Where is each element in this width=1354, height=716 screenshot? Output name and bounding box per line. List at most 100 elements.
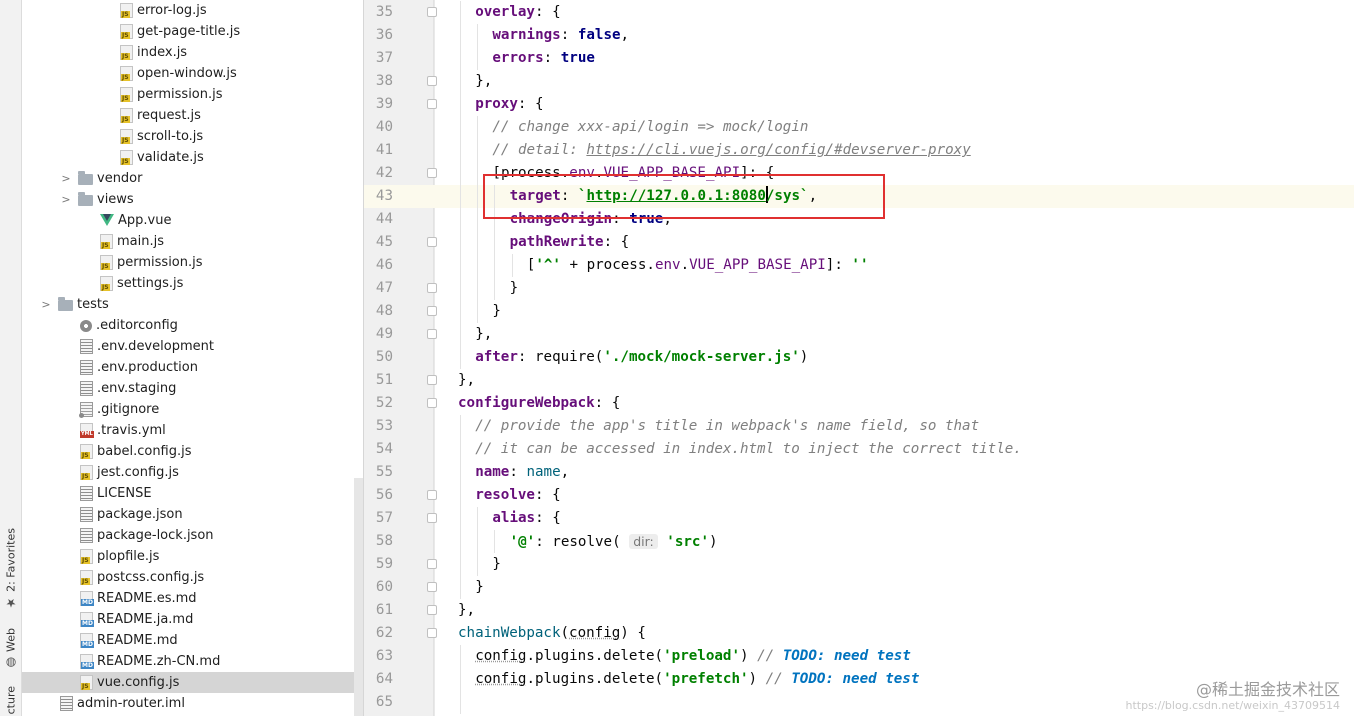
code-editor[interactable]: 35 overlay: {36 warnings: false, 37 errors: … — [364, 0, 1354, 716]
tree-scrollbar[interactable] — [354, 478, 363, 716]
fold-marker-icon[interactable] — [427, 7, 437, 17]
code-line[interactable]: 36 warnings: false, — [364, 24, 1354, 47]
tree-item[interactable]: README.zh-CN.md — [22, 651, 355, 672]
fold-marker-icon[interactable] — [427, 628, 437, 638]
web-tab[interactable]: ◍ Web — [2, 628, 20, 670]
tree-item-label: main.js — [117, 234, 164, 249]
structure-tab[interactable]: cture — [2, 686, 20, 716]
fold-marker-icon[interactable] — [427, 490, 437, 500]
tree-item[interactable]: validate.js — [22, 147, 355, 168]
line-number: 48 — [375, 303, 393, 319]
tree-item[interactable]: package-lock.json — [22, 525, 355, 546]
tree-item[interactable]: .env.staging — [22, 378, 355, 399]
fold-marker-icon[interactable] — [427, 76, 437, 86]
tree-item[interactable]: LICENSE — [22, 483, 355, 504]
fold-marker-icon[interactable] — [427, 329, 437, 339]
tree-item[interactable]: App.vue — [22, 210, 355, 231]
code-line[interactable]: 56 resolve: { — [364, 484, 1354, 507]
markdown-file-icon — [80, 612, 94, 627]
tree-item[interactable]: package.json — [22, 504, 355, 525]
tree-item[interactable]: .gitignore — [22, 399, 355, 420]
code-line[interactable]: 48} — [364, 300, 1354, 323]
tree-item[interactable]: .env.development — [22, 336, 355, 357]
tree-item[interactable]: babel.config.js — [22, 441, 355, 462]
code-line[interactable]: 47} — [364, 277, 1354, 300]
expand-arrow-icon[interactable]: > — [60, 172, 72, 185]
expand-arrow-icon[interactable]: > — [60, 193, 72, 206]
code-line[interactable]: 52 configureWebpack: { — [364, 392, 1354, 415]
js-file-icon — [120, 129, 133, 144]
expand-arrow-icon[interactable]: > — [40, 298, 52, 311]
line-number: 57 — [375, 510, 393, 526]
code-line[interactable]: 51}, — [364, 369, 1354, 392]
tree-item[interactable]: jest.config.js — [22, 462, 355, 483]
code-line[interactable]: 58 '@': resolve( dir: 'src') — [364, 530, 1354, 553]
code-line[interactable]: 50 after: require('./mock/mock-server.js'… — [364, 346, 1354, 369]
tree-item[interactable]: open-window.js — [22, 63, 355, 84]
code-line[interactable]: 38}, — [364, 70, 1354, 93]
code-line[interactable]: 63 config.plugins.delete('preload') // TO… — [364, 645, 1354, 668]
tree-item-label: open-window.js — [137, 66, 237, 81]
code-line[interactable]: 55 name: name, — [364, 461, 1354, 484]
tree-item[interactable]: admin-router.iml — [22, 693, 355, 714]
code-line[interactable]: 57 alias: { — [364, 507, 1354, 530]
fold-marker-icon[interactable] — [427, 168, 437, 178]
indent-guide — [460, 116, 461, 139]
code-line[interactable]: 39 proxy: { — [364, 93, 1354, 116]
tree-item[interactable]: get-page-title.js — [22, 21, 355, 42]
tree-item[interactable]: README.es.md — [22, 588, 355, 609]
fold-marker-icon[interactable] — [427, 306, 437, 316]
code-line[interactable]: 60} — [364, 576, 1354, 599]
code-line[interactable]: 61}, — [364, 599, 1354, 622]
code-line[interactable]: 62 chainWebpack(config) { — [364, 622, 1354, 645]
tree-item[interactable]: > tests — [22, 294, 355, 315]
code-token: TODO: need test — [782, 648, 911, 664]
tree-item[interactable]: error-log.js — [22, 0, 355, 21]
code-line[interactable]: 54 // it can be accessed in index.html to… — [364, 438, 1354, 461]
comment-link[interactable]: https://cli.vuejs.org/config/#devserver-… — [586, 142, 970, 158]
tree-item[interactable]: index.js — [22, 42, 355, 63]
fold-marker-icon[interactable] — [427, 237, 437, 247]
fold-marker-icon[interactable] — [427, 99, 437, 109]
tree-item[interactable]: settings.js — [22, 273, 355, 294]
tree-item[interactable]: request.js — [22, 105, 355, 126]
tree-item[interactable]: permission.js — [22, 84, 355, 105]
tree-item[interactable]: .travis.yml — [22, 420, 355, 441]
tree-item-label: scroll-to.js — [137, 129, 204, 144]
favorites-tab[interactable]: ★ 2: Favorites — [2, 528, 20, 610]
tree-item[interactable]: vue.config.js — [22, 672, 355, 693]
tree-item[interactable]: plopfile.js — [22, 546, 355, 567]
tree-item[interactable]: scroll-to.js — [22, 126, 355, 147]
js-file-icon — [80, 675, 93, 690]
tree-item[interactable]: README.ja.md — [22, 609, 355, 630]
tree-item[interactable]: .env.production — [22, 357, 355, 378]
tree-item[interactable]: README.md — [22, 630, 355, 651]
code-line[interactable]: 53 // provide the app's title in webpack'… — [364, 415, 1354, 438]
code-text: config.plugins.delete('preload') // TODO… — [475, 645, 911, 668]
fold-marker-icon[interactable] — [427, 605, 437, 615]
code-token: ) — [799, 349, 809, 365]
fold-marker-icon[interactable] — [427, 375, 437, 385]
code-text: pathRewrite: { — [510, 231, 630, 254]
tree-item[interactable]: postcss.config.js — [22, 567, 355, 588]
code-line[interactable]: 59} — [364, 553, 1354, 576]
code-line[interactable]: 49}, — [364, 323, 1354, 346]
indent-guide — [460, 346, 461, 369]
code-line[interactable]: 37 errors: true — [364, 47, 1354, 70]
fold-marker-icon[interactable] — [427, 398, 437, 408]
tree-item[interactable]: permission.js — [22, 252, 355, 273]
tree-item[interactable]: main.js — [22, 231, 355, 252]
code-line[interactable]: 46 ['^' + process.env.VUE_APP_BASE_API]: … — [364, 254, 1354, 277]
tree-item[interactable]: > views — [22, 189, 355, 210]
indent-guide — [477, 530, 479, 553]
fold-marker-icon[interactable] — [427, 559, 437, 569]
fold-marker-icon[interactable] — [427, 513, 437, 523]
fold-marker-icon[interactable] — [427, 283, 437, 293]
tree-item[interactable]: .editorconfig — [22, 315, 355, 336]
code-line[interactable]: 40 // change xxx-api/login => mock/login — [364, 116, 1354, 139]
code-line[interactable]: 45 pathRewrite: { — [364, 231, 1354, 254]
code-line[interactable]: 35 overlay: { — [364, 1, 1354, 24]
code-line[interactable]: 41 // detail: https://cli.vuejs.org/confi… — [364, 139, 1354, 162]
fold-marker-icon[interactable] — [427, 582, 437, 592]
tree-item[interactable]: > vendor — [22, 168, 355, 189]
